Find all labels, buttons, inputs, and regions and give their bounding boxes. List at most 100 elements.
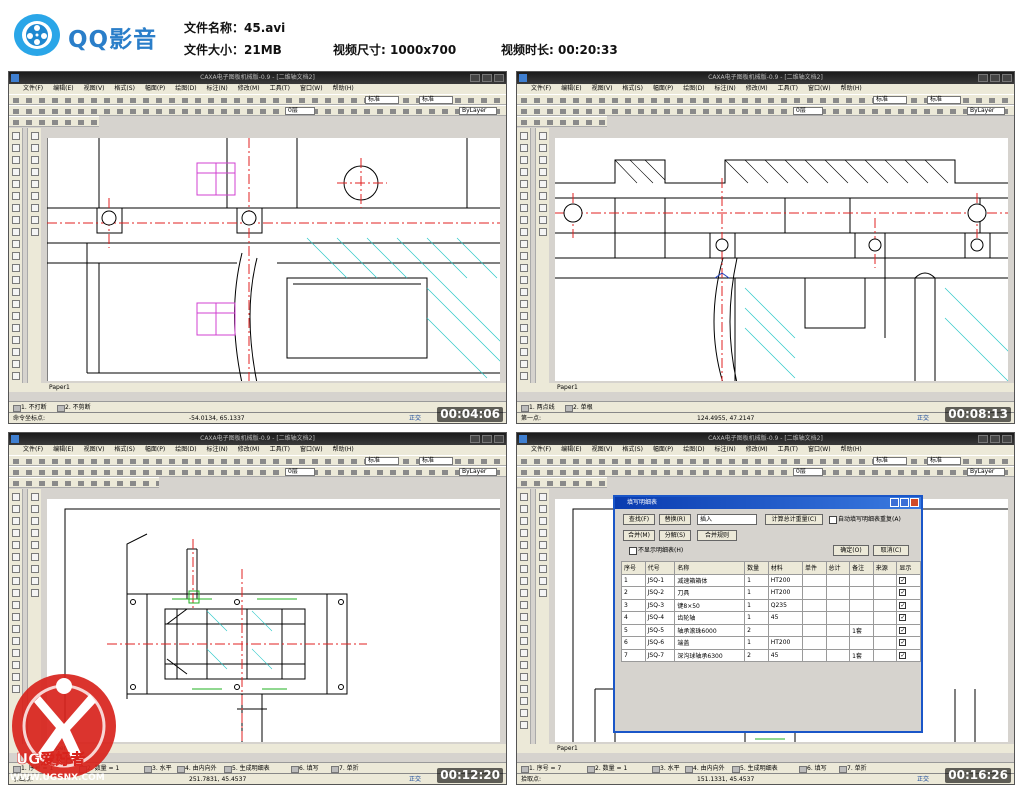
hide-parts-list-checkbox[interactable]: 不显示明细表(H) (629, 547, 683, 555)
drawing-toolbar[interactable] (517, 116, 607, 127)
menu-window[interactable]: 窗口(W) (808, 85, 831, 92)
property-toolbar[interactable]: 0层 ByLayer (517, 466, 1014, 477)
style-combobox[interactable]: 标准 (419, 457, 453, 465)
menu-sheet[interactable]: 幅面(P) (145, 446, 165, 453)
rect-tool-icon[interactable] (12, 553, 20, 561)
menu-modify[interactable]: 修改(M) (238, 85, 260, 92)
break-tool-icon[interactable] (520, 336, 528, 344)
replace-button[interactable]: 替换(R) (659, 514, 691, 525)
fillet-tool-icon[interactable] (12, 288, 20, 296)
table-cell[interactable]: 6 (621, 636, 646, 650)
extend-tool-icon[interactable] (520, 625, 528, 633)
left-tool-palette[interactable] (9, 128, 23, 392)
table-cell[interactable]: HT200 (767, 636, 803, 650)
menu-view[interactable]: 视图(V) (84, 85, 105, 92)
table-cell[interactable]: 45 (767, 648, 803, 662)
stretch-tool-icon[interactable] (31, 529, 39, 537)
spline-tool-icon[interactable] (12, 541, 20, 549)
table-cell[interactable] (849, 573, 874, 587)
move-tool-icon[interactable] (12, 144, 20, 152)
line-tool-icon[interactable] (12, 132, 20, 140)
table-cell[interactable]: 45 (767, 611, 803, 625)
split-button[interactable]: 分解(S) (659, 530, 691, 541)
cmd-option-3[interactable]: 3. 水平 (652, 765, 680, 773)
property-toolbar[interactable]: 0层 ByLayer (517, 105, 1014, 116)
menu-file[interactable]: 文件(F) (23, 85, 43, 92)
rect-tool-icon[interactable] (520, 553, 528, 561)
show-checkbox[interactable]: ✓ (896, 636, 921, 650)
sheet-tab-bar[interactable]: Paper1 (517, 744, 1014, 753)
mirror-tool-icon[interactable] (12, 589, 20, 597)
edit-tool-icon[interactable] (539, 493, 547, 501)
circle-tool-icon[interactable] (520, 517, 528, 525)
table-cell[interactable]: 轴承滚珠6000 (674, 623, 746, 637)
command-option-row[interactable]: 1. 不打断 2. 不剪断 (9, 401, 506, 412)
spline-tool-icon[interactable] (520, 541, 528, 549)
maximize-icon[interactable] (482, 74, 492, 82)
cmd-option-1[interactable]: 1. 两点线 (521, 404, 555, 412)
layer-name-box[interactable]: 0层 (285, 107, 315, 115)
table-cell[interactable] (872, 636, 898, 650)
table-cell[interactable]: 2 (744, 648, 769, 662)
table-cell[interactable]: HT200 (767, 573, 803, 587)
extend-tool-icon[interactable] (12, 625, 20, 633)
thumbnail-frame-1[interactable]: CAXA电子图板机械版-0.9 - [二维轴文档2] 文件(F) 编辑(E) 视图(… (8, 71, 507, 424)
dimension-tool-icon[interactable] (520, 685, 528, 693)
spline-tool-icon[interactable] (12, 180, 20, 188)
fillet-tool-icon[interactable] (520, 649, 528, 657)
find-button[interactable]: 查找(F) (623, 514, 655, 525)
table-cell[interactable] (849, 636, 874, 650)
trim-tool-icon[interactable] (12, 613, 20, 621)
snap-tool-icon[interactable] (31, 204, 39, 212)
extend-tool-icon[interactable] (12, 264, 20, 272)
cmd-option-7[interactable]: 7. 单折 (331, 765, 359, 773)
menu-draw[interactable]: 绘图(D) (175, 446, 196, 453)
table-cell[interactable]: 端盖 (674, 636, 746, 650)
menu-file[interactable]: 文件(F) (531, 85, 551, 92)
table-row[interactable]: 3 JSQ-3 键8×50 1 Q235 ✓ (621, 598, 921, 612)
table-row[interactable]: 6 JSQ-6 端盖 1 HT200 ✓ (621, 636, 921, 650)
explode-tool-icon[interactable] (539, 180, 547, 188)
table-cell[interactable] (801, 636, 827, 650)
merge-button[interactable]: 合并(M) (623, 530, 655, 541)
zoom-tool-icon[interactable] (31, 228, 39, 236)
table-cell[interactable]: 4 (621, 611, 646, 625)
edit-tool-icon[interactable] (539, 132, 547, 140)
grid-tool-icon[interactable] (539, 192, 547, 200)
snap-tool-icon[interactable] (539, 204, 547, 212)
copy-tool-icon[interactable] (31, 144, 39, 152)
table-cell[interactable]: JSQ-6 (644, 636, 676, 650)
circle-tool-icon[interactable] (12, 156, 20, 164)
menu-help[interactable]: 帮助(H) (333, 446, 354, 453)
table-cell[interactable]: 2 (621, 586, 646, 600)
break-tool-icon[interactable] (520, 697, 528, 705)
fillet-tool-icon[interactable] (12, 649, 20, 657)
drawing-canvas[interactable] (555, 138, 1008, 381)
offset-tool-icon[interactable] (31, 156, 39, 164)
hatch-tool-icon[interactable] (12, 204, 20, 212)
minimize-icon[interactable] (978, 74, 988, 82)
layer-combobox[interactable]: 标准 (873, 96, 907, 104)
scale-tool-icon[interactable] (520, 300, 528, 308)
cmd-option-2[interactable]: 2. 单根 (565, 404, 593, 412)
stretch-tool-icon[interactable] (539, 529, 547, 537)
sheet-tab-bar[interactable]: Paper1 (517, 383, 1014, 392)
table-cell[interactable]: 键8×50 (674, 598, 746, 612)
cmd-option-1[interactable]: 1. 序号 = 7 (521, 765, 561, 773)
move-tool-icon[interactable] (520, 505, 528, 513)
column-header[interactable]: 名称 (674, 561, 746, 575)
table-cell[interactable] (801, 623, 827, 637)
table-cell[interactable]: JSQ-5 (644, 623, 676, 637)
menu-modify[interactable]: 修改(M) (746, 446, 768, 453)
cmd-option-7[interactable]: 7. 单折 (839, 765, 867, 773)
move-tool-icon[interactable] (12, 505, 20, 513)
standard-toolbar[interactable]: 标准 标准 (517, 455, 1014, 466)
drawing-toolbar[interactable] (9, 477, 159, 488)
linetype-box[interactable]: ByLayer (459, 468, 497, 476)
status-ortho[interactable]: 正交 (917, 413, 929, 423)
thumbnail-frame-4[interactable]: CAXA电子图板机械版-0.9 - [二维轴文档2] 文件(F) 编辑(E) 视图(… (516, 432, 1015, 785)
dimension-tool-icon[interactable] (12, 324, 20, 332)
menu-help[interactable]: 帮助(H) (333, 85, 354, 92)
scale-tool-icon[interactable] (520, 661, 528, 669)
sheet-tab[interactable]: Paper1 (49, 384, 70, 391)
